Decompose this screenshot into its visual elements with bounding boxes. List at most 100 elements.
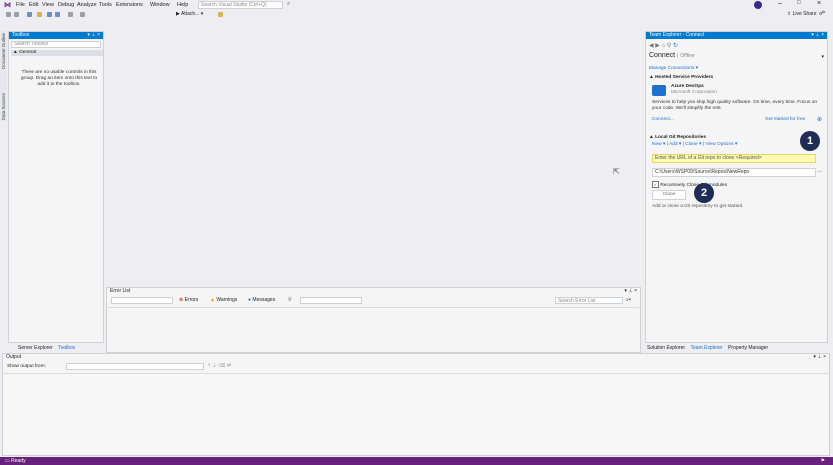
save-icon[interactable] bbox=[47, 12, 52, 17]
save-all-icon[interactable] bbox=[55, 12, 60, 17]
menu-extensions[interactable]: Extensions bbox=[116, 2, 143, 8]
vs-logo-icon: ⋈ bbox=[4, 2, 11, 9]
attach-extra-icon[interactable] bbox=[218, 12, 223, 17]
status-text: Ready bbox=[11, 458, 26, 464]
toolbar: ▶ Attach... ▾ ⇪ Live Share ☍ bbox=[0, 10, 833, 19]
live-share-button[interactable]: ⇪ Live Share bbox=[787, 11, 817, 17]
vtab-document-outline[interactable]: Document Outline bbox=[1, 33, 6, 69]
menu-edit[interactable]: Edit bbox=[29, 2, 38, 8]
open-icon[interactable] bbox=[37, 12, 42, 17]
menu-bar: ⋈ File Edit View Debug Analyze Tools Ext… bbox=[0, 0, 833, 10]
azure-devops-company: Microsoft Corporation bbox=[671, 90, 717, 95]
go-to-next-icon[interactable]: ⇣ bbox=[213, 363, 217, 369]
right-bottom-tabs: Solution Explorer Team Explorer Property… bbox=[647, 345, 768, 351]
clear-all-icon[interactable]: ⌫ bbox=[218, 363, 225, 369]
notifications-icon[interactable]: ⚑ bbox=[821, 457, 825, 465]
word-wrap-icon[interactable]: ⏎ bbox=[227, 363, 231, 369]
tab-toolbox[interactable]: Toolbox bbox=[58, 345, 75, 351]
warnings-filter-button[interactable]: ▲ Warnings bbox=[210, 297, 237, 303]
local-git-actions[interactable]: New ▾ | Add ▾ | Clone ▾ | View Options ▾ bbox=[652, 142, 737, 147]
redo-icon[interactable] bbox=[80, 12, 85, 17]
tab-solution-explorer[interactable]: Solution Explorer bbox=[647, 345, 685, 351]
browse-path-button[interactable]: … bbox=[817, 168, 822, 174]
toolbox-panel: Toolbox ▾ ⊥ × Search Toolbox ▲ General T… bbox=[8, 31, 104, 343]
error-search-icon[interactable]: ⌕▾ bbox=[626, 297, 631, 303]
menu-analyze[interactable]: Analyze bbox=[77, 2, 97, 8]
recursive-clone-label: Recursively Clone Submodules bbox=[660, 183, 727, 188]
plug-icon[interactable]: ⚲ bbox=[667, 43, 671, 49]
filter-icon[interactable]: ⚲ bbox=[288, 297, 292, 303]
connect-link[interactable]: Connect... bbox=[652, 117, 674, 122]
tab-team-explorer[interactable]: Team Explorer bbox=[690, 345, 722, 351]
home-icon[interactable]: ⌂ bbox=[662, 43, 666, 49]
new-project-icon[interactable] bbox=[27, 12, 32, 17]
messages-filter-button[interactable]: ● Messages bbox=[248, 297, 275, 303]
menu-window[interactable]: Window bbox=[150, 2, 170, 8]
error-scope-select[interactable] bbox=[111, 297, 173, 304]
local-git-header[interactable]: ▲ Local Git Repositories bbox=[649, 135, 706, 140]
find-message-icon[interactable]: ⇡ bbox=[207, 363, 211, 369]
output-text-area[interactable] bbox=[4, 373, 828, 454]
menu-file[interactable]: File bbox=[16, 2, 25, 8]
vtab-data-sources[interactable]: Data Sources bbox=[1, 93, 6, 120]
output-title: Output bbox=[6, 354, 22, 360]
toolbox-title: Toolbox bbox=[12, 32, 30, 38]
left-bottom-tabs: Server Explorer Toolbox bbox=[18, 345, 75, 351]
global-search-input[interactable]: Search Visual Studio (Ctrl+Q) bbox=[198, 1, 283, 9]
messages-label: Messages bbox=[252, 297, 276, 303]
errors-filter-button[interactable]: ⊗ Errors bbox=[179, 297, 198, 303]
nav-back-icon[interactable]: ◀ bbox=[649, 43, 654, 49]
step-marker-2: 2 bbox=[694, 183, 714, 203]
minimize-button[interactable]: – bbox=[778, 0, 782, 7]
tab-property-manager[interactable]: Property Manager bbox=[728, 345, 768, 351]
menu-debug[interactable]: Debug bbox=[58, 2, 74, 8]
nav-forward-icon[interactable]: ▶ bbox=[655, 43, 660, 49]
status-bar: ▭ Ready ⚑ bbox=[0, 457, 833, 465]
refresh-icon[interactable]: ↻ bbox=[673, 43, 678, 49]
toolbox-group-general[interactable]: ▲ General bbox=[11, 50, 103, 56]
error-icon: ⊗ bbox=[179, 297, 184, 303]
error-list-grid bbox=[108, 307, 639, 351]
back-icon[interactable] bbox=[6, 12, 11, 17]
attach-button[interactable]: ▶ Attach... ▾ bbox=[176, 11, 203, 17]
menu-view[interactable]: View bbox=[42, 2, 54, 8]
clone-path-input[interactable]: C:\Users\WSP09\Source\Repos\NewRepo bbox=[652, 168, 816, 177]
undo-icon[interactable] bbox=[68, 12, 73, 17]
clone-button[interactable]: Clone bbox=[652, 190, 686, 200]
arrow-right-icon[interactable]: ⊕ bbox=[817, 116, 822, 123]
error-list-search-input[interactable]: Search Error List bbox=[555, 297, 623, 304]
azure-devops-icon bbox=[652, 85, 666, 96]
get-started-link[interactable]: Get started for free bbox=[765, 117, 805, 122]
search-icon[interactable]: ⌕ bbox=[287, 1, 290, 8]
connect-title: Connect bbox=[649, 52, 676, 59]
clone-url-input[interactable]: Enter the URL of a Git repo to clone <Re… bbox=[652, 154, 816, 163]
step-marker-1: 1 bbox=[800, 131, 820, 151]
close-window-button[interactable]: × bbox=[817, 0, 821, 7]
output-panel: Output ▾ ⊥ × Show output from: ⇡ ⇣ ⌫ ⏎ bbox=[2, 353, 830, 456]
output-toolbar-icons: ⇡ ⇣ ⌫ ⏎ bbox=[207, 363, 231, 369]
feedback-icon[interactable]: ☍ bbox=[819, 10, 825, 17]
output-title-bar: Output ▾ ⊥ × bbox=[3, 354, 829, 361]
toolbox-search-input[interactable]: Search Toolbox bbox=[11, 41, 101, 48]
output-source-select[interactable] bbox=[66, 363, 204, 370]
mouse-cursor-icon: ⇱ bbox=[613, 167, 620, 176]
warnings-label: Warnings bbox=[216, 297, 238, 303]
account-avatar[interactable] bbox=[754, 1, 762, 9]
forward-icon[interactable] bbox=[14, 12, 19, 17]
azure-devops-title: Azure DevOps bbox=[671, 84, 704, 89]
tab-server-explorer[interactable]: Server Explorer bbox=[18, 345, 53, 351]
manage-connections-link[interactable]: Manage Connections ▾ bbox=[649, 66, 698, 71]
maximize-button[interactable]: □ bbox=[797, 0, 801, 6]
build-filter-select[interactable] bbox=[300, 297, 362, 304]
toolbox-pin-icon[interactable]: ▾ ⊥ × bbox=[87, 32, 100, 39]
output-show-from-label: Show output from: bbox=[7, 364, 46, 369]
menu-tools[interactable]: Tools bbox=[99, 2, 112, 8]
error-list-window-controls[interactable]: ▾ ⊥ × bbox=[624, 288, 637, 295]
output-window-controls[interactable]: ▾ ⊥ × bbox=[813, 354, 826, 361]
panel-menu-chevron-icon[interactable]: ▾ bbox=[821, 54, 824, 60]
error-list-panel: Error List ▾ ⊥ × ⊗ Errors ▲ Warnings ● M… bbox=[106, 287, 641, 353]
team-explorer-window-controls[interactable]: ▾ ⊥ × bbox=[811, 32, 824, 39]
menu-help[interactable]: Help bbox=[177, 2, 188, 8]
hosted-service-header[interactable]: ▲ Hosted Service Providers bbox=[649, 75, 713, 80]
recursive-clone-checkbox[interactable]: ✓ Recursively Clone Submodules bbox=[652, 181, 727, 188]
